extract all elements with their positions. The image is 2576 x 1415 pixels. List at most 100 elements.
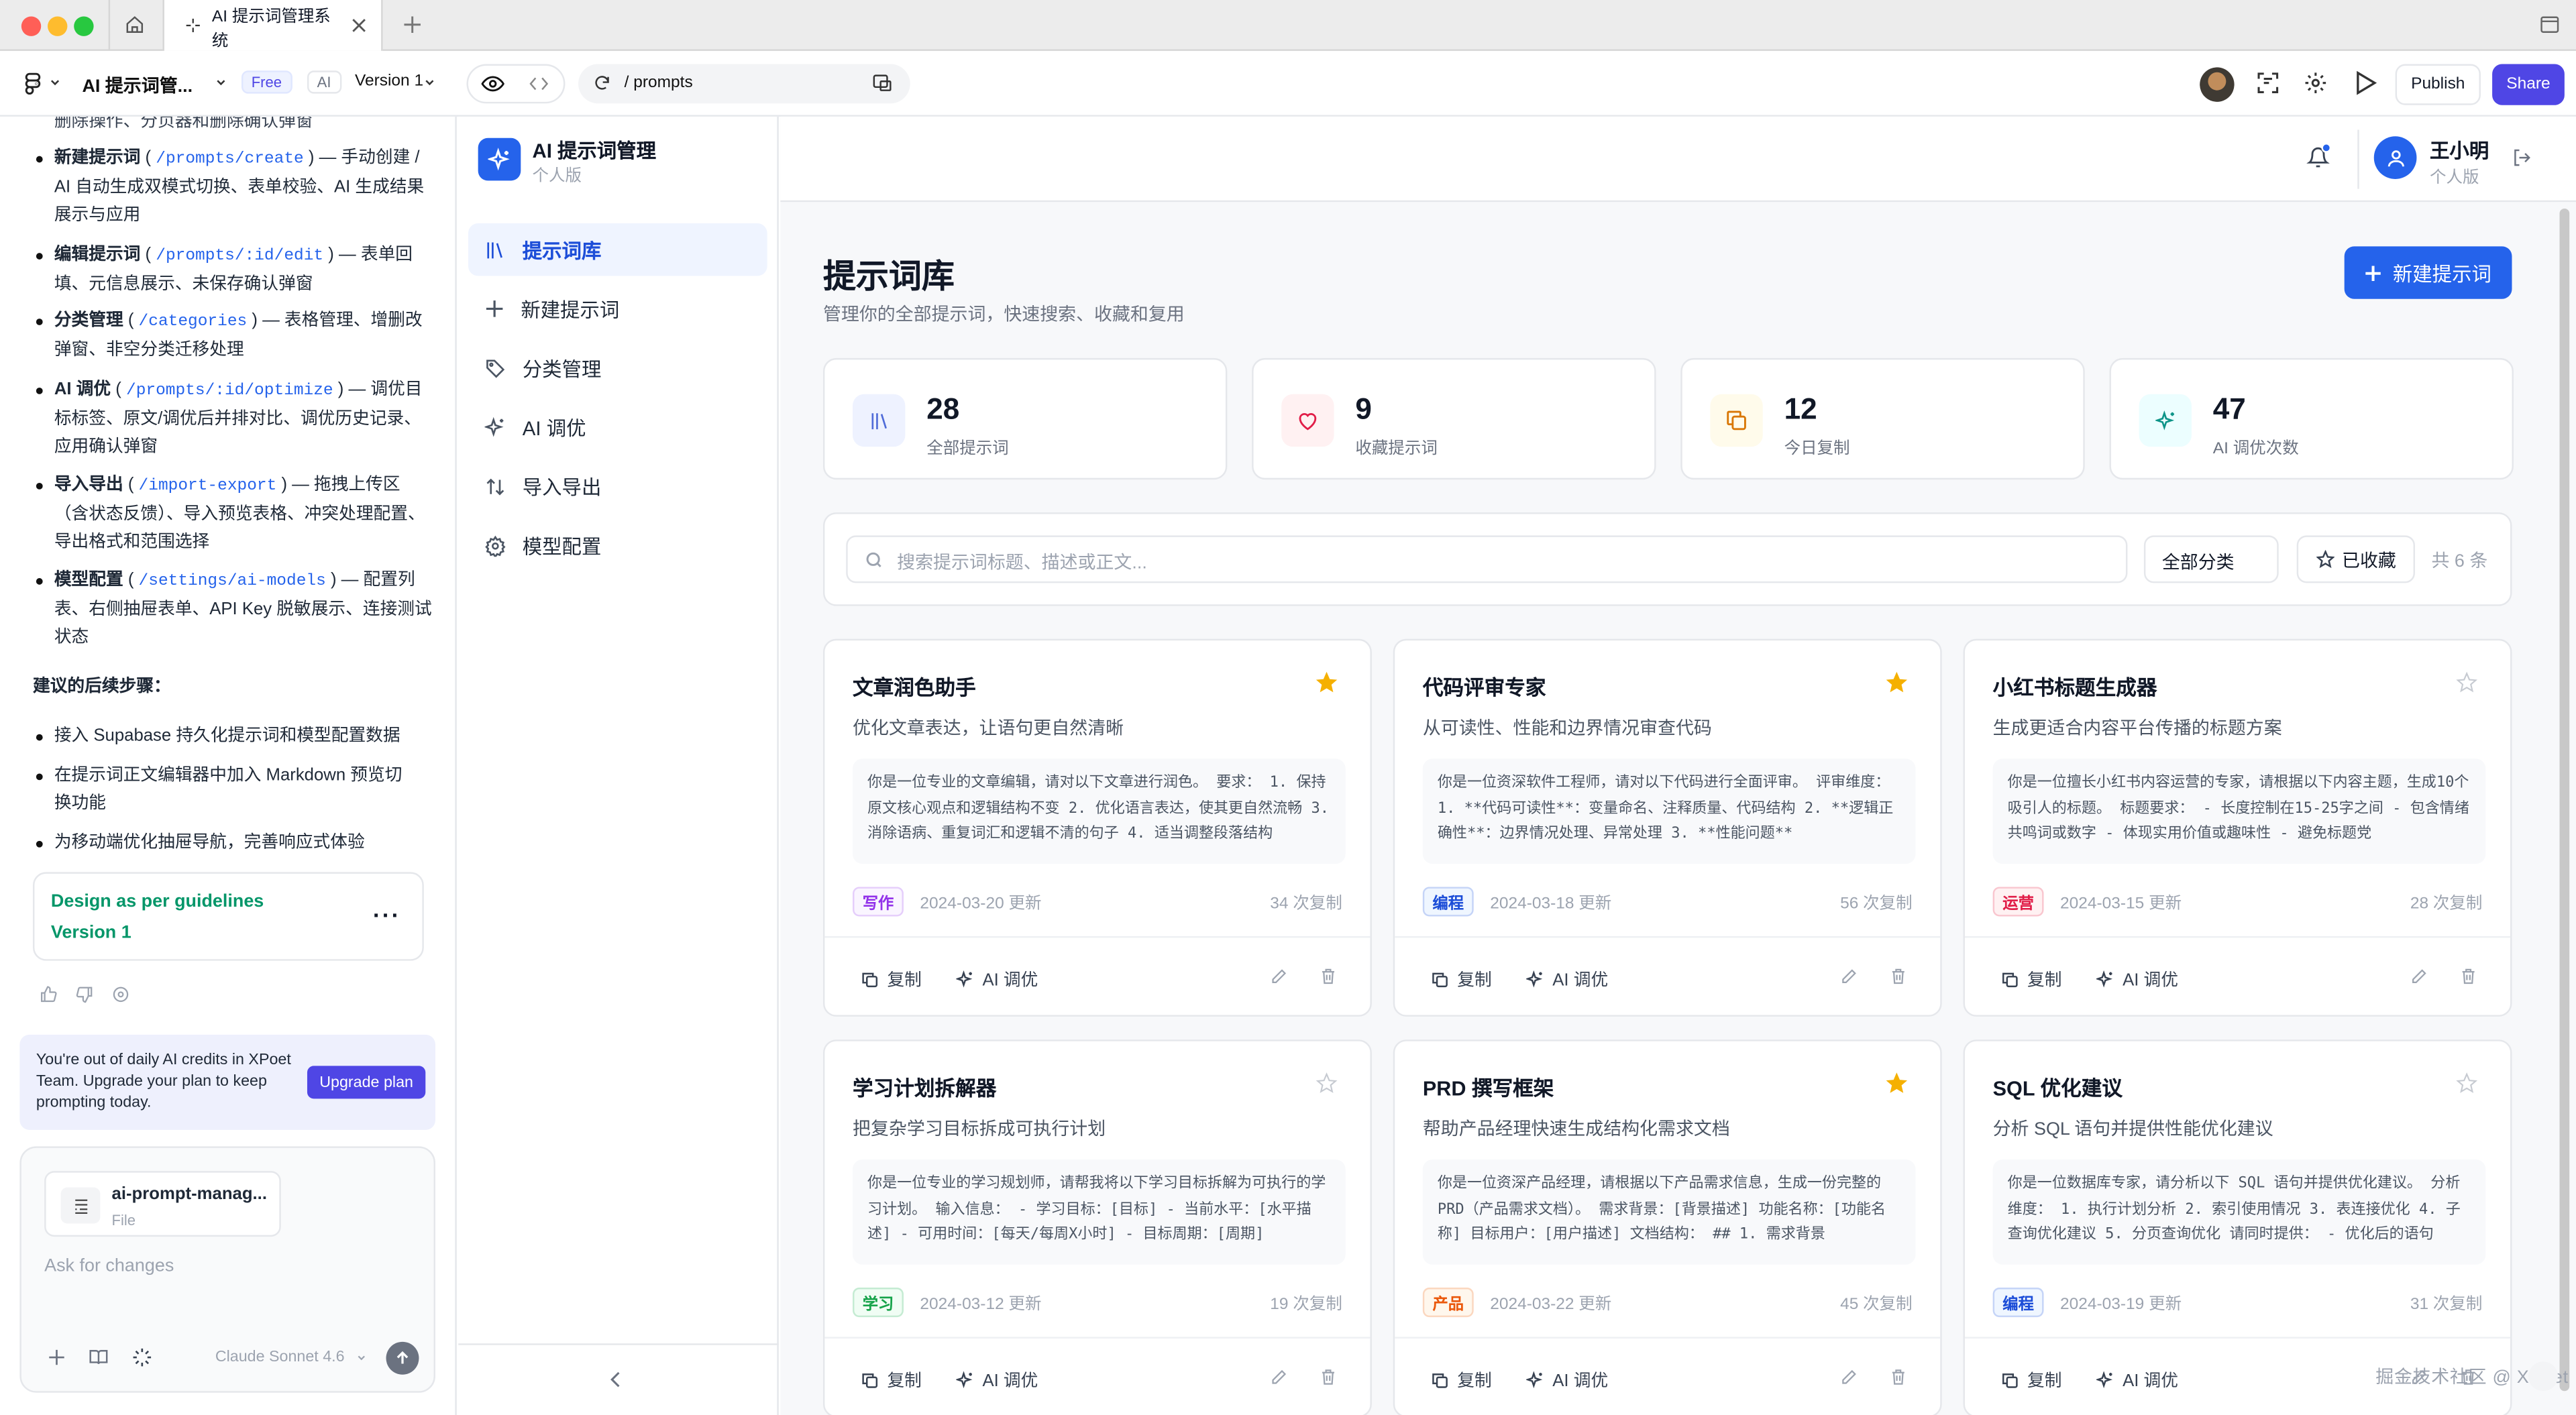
code-icon[interactable] (529, 76, 549, 92)
copy-button[interactable]: 复制 (2001, 967, 2061, 992)
new-prompt-button[interactable]: 新建提示词 (2344, 246, 2512, 299)
favorites-filter-button[interactable]: 已收藏 (2296, 535, 2416, 583)
project-name[interactable]: AI 提示词管... (82, 72, 193, 99)
maximize-window-button[interactable] (74, 16, 94, 36)
card-description: 帮助产品经理快速生成结构化需求文档 (1422, 1120, 1730, 1140)
copy-button[interactable]: 复制 (861, 967, 922, 992)
star-outline-icon[interactable] (2456, 1072, 2477, 1094)
copy-button[interactable]: 复制 (1431, 967, 1492, 992)
user-avatar[interactable] (2373, 136, 2417, 179)
category-select[interactable]: 全部分类 (2143, 535, 2279, 583)
thumbs-down-icon[interactable] (76, 985, 94, 1003)
prompt-card[interactable]: SQL 优化建议 分析 SQL 语句并提供性能优化建议 你是一位数据库专家，请分… (1963, 1039, 2512, 1415)
attached-file[interactable]: ai-prompt-manag... File (44, 1171, 281, 1237)
chat-input[interactable]: Ask for changes (44, 1256, 174, 1276)
sparkles-icon (484, 416, 506, 438)
copy-button[interactable]: 复制 (2001, 1368, 2061, 1393)
book-icon[interactable] (89, 1349, 108, 1367)
prompt-card[interactable]: 小红书标题生成器 生成更适合内容平台传播的标题方案 你是一位擅长小红书内容运营的… (1963, 638, 2512, 1017)
star-filled-icon[interactable] (1886, 671, 1908, 693)
updated-date: 2024-03-12 更新 (920, 1296, 1042, 1314)
play-icon[interactable] (2354, 70, 2377, 95)
sidebar-item-4[interactable]: AI 调优 (468, 401, 767, 453)
sidebar-item-label: 导入导出 (522, 475, 602, 499)
plus-icon[interactable] (48, 1349, 66, 1367)
thumbs-up-icon[interactable] (40, 985, 58, 1003)
chevron-down-icon[interactable] (356, 1353, 366, 1363)
figma-logo-icon[interactable] (21, 72, 44, 95)
copy-button[interactable]: 复制 (1431, 1368, 1492, 1393)
design-version-card[interactable]: Design as per guidelines Version 1 ··· (32, 872, 424, 961)
next-step-item: 在提示词正文编辑器中加入 Markdown 预览切换功能 (54, 765, 402, 813)
chevron-down-icon[interactable] (215, 77, 227, 89)
publish-button[interactable]: Publish (2395, 64, 2481, 105)
ai-optimize-button[interactable]: AI 调优 (956, 1368, 1038, 1393)
refresh-icon[interactable] (593, 74, 611, 92)
star-filled-icon[interactable] (1316, 671, 1338, 693)
category-tag: 产品 (1422, 1288, 1474, 1318)
new-tab-icon[interactable] (402, 15, 422, 34)
prompt-card[interactable]: PRD 撰写框架 帮助产品经理快速生成结构化需求文档 你是一位资深产品经理，请根… (1393, 1039, 1942, 1415)
ai-optimize-button[interactable]: AI 调优 (956, 967, 1038, 992)
sidebar-item-label: 提示词库 (522, 239, 602, 262)
star-outline-icon[interactable] (1316, 1072, 1338, 1094)
magic-icon[interactable] (131, 1347, 153, 1368)
prompt-card[interactable]: 代码评审专家 从可读性、性能和边界情况审查代码 你是一位资深软件工程师，请对以下… (1393, 638, 1942, 1017)
card-title: PRD 撰写框架 (1422, 1077, 1554, 1100)
browser-tab[interactable]: AI 提示词管理系统 (162, 0, 383, 51)
edit-icon[interactable] (1270, 967, 1288, 985)
upgrade-plan-button[interactable]: Upgrade plan (307, 1066, 426, 1099)
ai-optimize-button[interactable]: AI 调优 (1526, 967, 1608, 992)
share-button[interactable]: Share (2492, 64, 2565, 105)
home-icon[interactable] (125, 15, 144, 34)
sidebar-item-5[interactable]: 导入导出 (468, 460, 767, 512)
copy-button[interactable]: 复制 (861, 1368, 922, 1393)
ai-optimize-label: AI 调优 (982, 970, 1038, 990)
avatar[interactable] (2200, 67, 2235, 102)
edit-icon[interactable] (2410, 967, 2428, 985)
collapse-sidebar-icon[interactable] (610, 1371, 623, 1388)
more-icon[interactable]: ··· (373, 901, 401, 927)
delete-icon[interactable] (1889, 967, 1907, 985)
close-window-button[interactable] (21, 16, 42, 36)
model-select[interactable]: Claude Sonnet 4.6 (215, 1349, 345, 1367)
sidebar-item-6[interactable]: 模型配置 (468, 519, 767, 571)
settings-icon[interactable] (112, 985, 130, 1003)
edit-icon[interactable] (1840, 967, 1858, 985)
delete-icon[interactable] (2459, 967, 2477, 985)
sidebar-toggle-icon[interactable] (2540, 15, 2559, 34)
chevron-down-icon[interactable] (424, 77, 435, 89)
sidebar-item-2[interactable]: 新建提示词 (468, 282, 767, 335)
star-outline-icon[interactable] (2456, 671, 2477, 693)
open-external-icon[interactable] (872, 74, 892, 92)
edit-icon[interactable] (1840, 1368, 1858, 1386)
copy-label: 复制 (887, 970, 922, 990)
divider (458, 1343, 779, 1345)
version-select[interactable]: Version 1 (355, 72, 423, 91)
ai-optimize-button[interactable]: AI 调优 (1526, 1368, 1608, 1393)
delete-icon[interactable] (1889, 1368, 1907, 1386)
close-tab-icon[interactable] (352, 18, 366, 33)
scrollbar-thumb[interactable] (2559, 209, 2570, 1392)
sidebar-item-3[interactable]: 分类管理 (468, 341, 767, 394)
delete-icon[interactable] (1320, 1368, 1338, 1386)
gear-icon[interactable] (2303, 70, 2328, 95)
ai-optimize-button[interactable]: AI 调优 (2096, 967, 2178, 992)
search-input[interactable]: 搜索提示词标题、描述或正文... (846, 535, 2128, 583)
preview-eye-icon[interactable] (481, 74, 504, 93)
ai-optimize-button[interactable]: AI 调优 (2096, 1368, 2178, 1393)
chevron-down-icon[interactable] (49, 77, 60, 89)
minimize-window-button[interactable] (48, 16, 68, 36)
url-bar[interactable]: / prompts (578, 64, 910, 104)
help-button[interactable] (2528, 1361, 2559, 1392)
send-button[interactable] (386, 1341, 419, 1375)
copy-icon (2001, 1371, 2019, 1390)
sidebar-item-1[interactable]: 提示词库 (468, 223, 767, 276)
star-filled-icon[interactable] (1886, 1072, 1908, 1094)
prompt-card[interactable]: 学习计划拆解器 把复杂学习目标拆成可执行计划 你是一位专业的学习规划师，请帮我将… (822, 1039, 1372, 1415)
inspect-icon[interactable] (2255, 70, 2280, 95)
prompt-card[interactable]: 文章润色助手 优化文章表达，让语句更自然清晰 你是一位专业的文章编辑，请对以下文… (822, 638, 1372, 1017)
delete-icon[interactable] (1320, 967, 1338, 985)
logout-icon[interactable] (2512, 148, 2531, 167)
edit-icon[interactable] (1270, 1368, 1288, 1386)
